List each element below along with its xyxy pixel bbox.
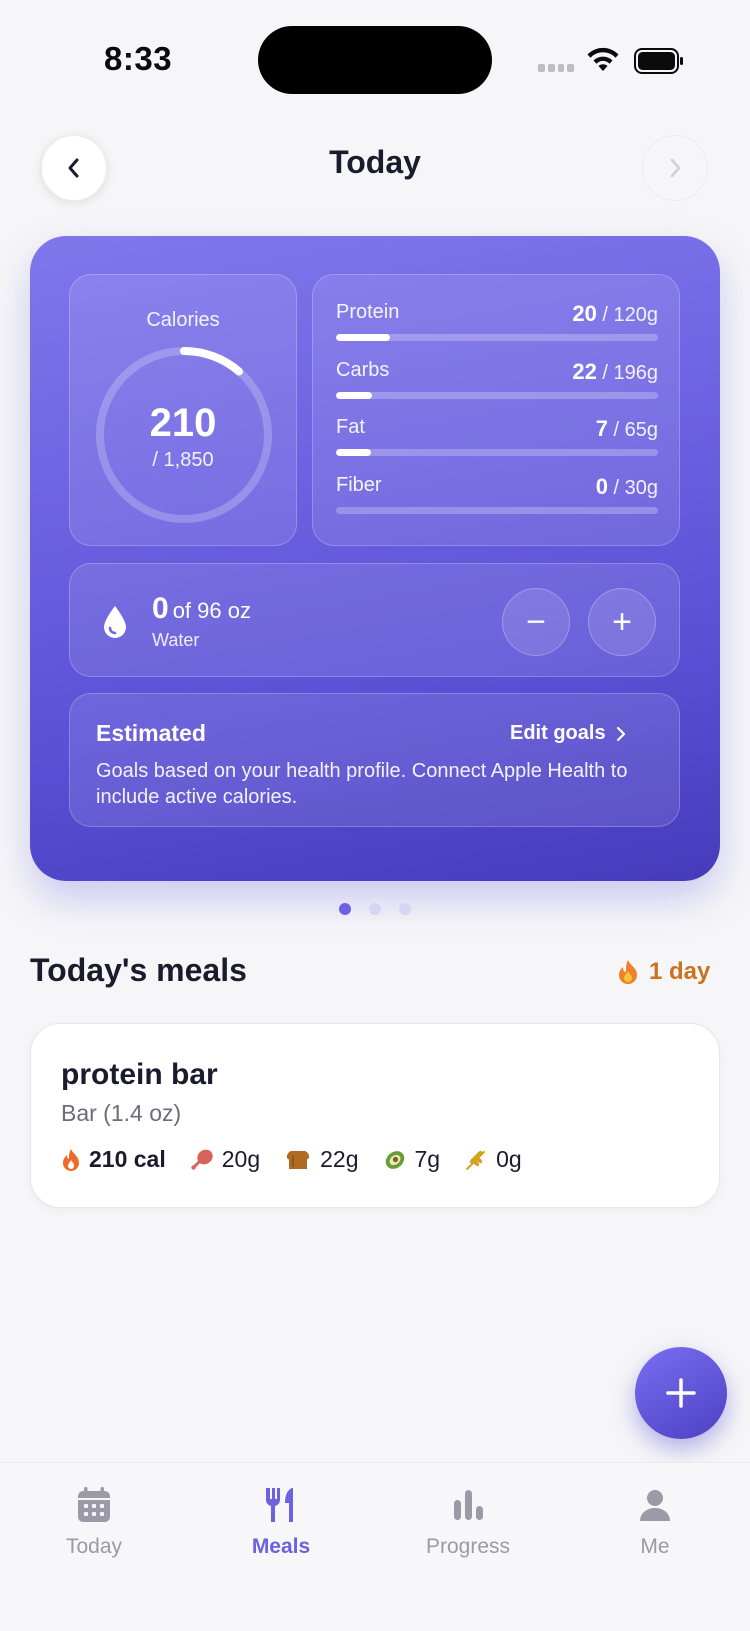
bottom-tab-bar: Today Meals Progress Me [0, 1462, 750, 1631]
macro-progress-bar [336, 507, 658, 514]
macro-progress-bar [336, 392, 658, 399]
macro-row-protein: Protein 20 / 120g [336, 301, 658, 341]
estimated-description: Goals based on your health profile. Conn… [96, 760, 628, 808]
meal-fiber: 0g [464, 1146, 522, 1173]
cellular-signal-icon [538, 64, 574, 72]
macro-progress-bar [336, 334, 658, 341]
add-meal-button[interactable] [635, 1347, 727, 1439]
tab-progress[interactable]: Progress [374, 1463, 562, 1583]
macro-value: 7 / 65g [595, 416, 658, 441]
tab-today[interactable]: Today [0, 1463, 188, 1583]
water-decrease-button[interactable]: − [502, 588, 570, 656]
person-icon [640, 1490, 670, 1521]
tab-label: Progress [425, 1535, 511, 1558]
macro-value: 22 / 196g [572, 359, 658, 384]
edit-goals-link[interactable]: Edit goals [510, 722, 626, 745]
calendar-icon [78, 1487, 110, 1522]
water-label: Water [152, 630, 200, 650]
streak-label: 1 day [649, 958, 711, 985]
macro-progress-bar [336, 449, 658, 456]
pager-dot[interactable] [369, 903, 381, 915]
meal-name: protein bar [61, 1058, 218, 1091]
tab-meals[interactable]: Meals [187, 1463, 375, 1583]
calories-label: Calories [146, 309, 220, 331]
tab-me[interactable]: Me [561, 1463, 749, 1583]
streak-badge: 1 day [617, 958, 710, 986]
bar-chart-icon [454, 1490, 483, 1520]
pager-dot[interactable] [339, 903, 351, 915]
protein-value: 20g [221, 1146, 261, 1172]
battery-icon [634, 48, 683, 74]
tab-label: Today [65, 1535, 123, 1558]
card-pager[interactable] [0, 903, 750, 915]
page-title: Today [329, 144, 421, 180]
avocado-icon [385, 1150, 404, 1169]
calories-goal: / 1,850 [152, 449, 214, 471]
tab-label: Meals [251, 1535, 311, 1558]
tab-label: Me [640, 1535, 670, 1558]
meal-serving: Bar (1.4 oz) [61, 1100, 182, 1126]
macros-panel: Protein 20 / 120g Carbs 22 / 196g Fat 7 … [312, 274, 680, 546]
fat-value: 7g [414, 1146, 441, 1172]
status-time: 8:33 [104, 40, 173, 77]
next-day-button[interactable] [642, 135, 708, 201]
macro-value: 0 / 30g [595, 474, 658, 499]
meal-calories: 210 cal [61, 1146, 166, 1173]
meal-card[interactable]: protein bar Bar (1.4 oz) 210 cal 20g 22g [30, 1023, 720, 1208]
fork-knife-icon [265, 1488, 293, 1522]
estimated-title: Estimated [96, 720, 206, 746]
estimated-goals-panel: Estimated Edit goals Goals based on your… [69, 693, 680, 827]
macro-name: Fiber [336, 474, 382, 496]
carbs-value: 22g [320, 1146, 359, 1172]
plus-icon [666, 1378, 696, 1408]
macro-value: 20 / 120g [572, 301, 658, 326]
meal-nutrition-stats: 210 cal 20g 22g 7g 0g [61, 1146, 546, 1173]
macro-name: Carbs [336, 359, 390, 381]
water-tracker: 0 of 96 oz Water − + [69, 563, 680, 677]
edit-goals-label: Edit goals [510, 722, 606, 744]
wifi-icon [587, 47, 619, 71]
water-amount: 0 of 96 oz [152, 592, 251, 625]
daily-summary-card[interactable]: Calories 210 / 1,850 Protein 20 / 120g C… [30, 236, 720, 881]
chevron-right-icon [670, 158, 681, 178]
chevron-right-icon [616, 726, 625, 741]
water-increase-button[interactable]: + [588, 588, 656, 656]
dynamic-island [258, 26, 492, 94]
drumstick-icon [191, 1149, 213, 1170]
flame-icon [619, 960, 637, 984]
calories-consumed: 210 [149, 401, 217, 445]
pager-dot[interactable] [399, 903, 411, 915]
wheat-icon [466, 1150, 486, 1170]
macro-name: Protein [336, 301, 400, 323]
macro-row-fat: Fat 7 / 65g [336, 416, 658, 456]
meals-section-title: Today's meals [30, 952, 247, 988]
meal-carbs: 22g [284, 1146, 359, 1173]
meal-fat: 7g [383, 1146, 441, 1173]
macro-row-fiber: Fiber 0 / 30g [336, 474, 658, 514]
flame-icon [63, 1148, 79, 1171]
macro-name: Fat [336, 416, 365, 438]
meal-protein: 20g [190, 1146, 260, 1173]
fiber-value: 0g [496, 1146, 522, 1172]
calories-value: 210 cal [89, 1146, 166, 1172]
bread-icon [286, 1150, 310, 1169]
macro-row-carbs: Carbs 22 / 196g [336, 359, 658, 399]
calories-panel: Calories 210 / 1,850 [69, 274, 297, 546]
water-drop-icon [104, 606, 126, 638]
